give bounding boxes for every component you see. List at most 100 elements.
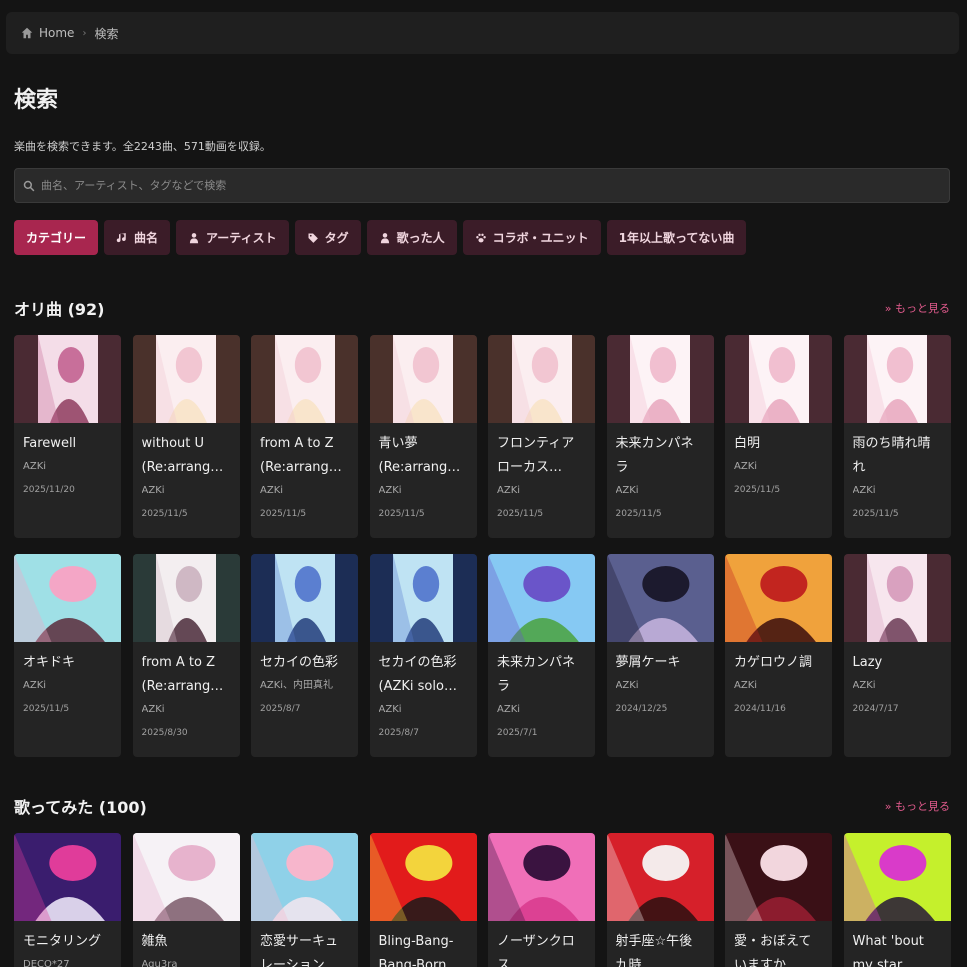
home-icon[interactable] bbox=[20, 26, 34, 40]
song-card[interactable]: without U (Re:arrange ver.) AZKi 2025/11/5 bbox=[132, 335, 240, 538]
song-card[interactable]: セカイの色彩 AZKi、内田真礼 2025/8/7 bbox=[251, 554, 358, 757]
song-card-body: セカイの色彩 (AZKi solo ver.) AZKi 2025/8/7 bbox=[370, 642, 477, 745]
song-card[interactable]: モニタリング DECO*27 bbox=[14, 833, 121, 967]
song-artist[interactable]: AZKi bbox=[853, 675, 942, 697]
song-artist[interactable]: AZKi bbox=[616, 675, 705, 697]
breadcrumb: Home › 検索 bbox=[6, 12, 959, 54]
filter-tab[interactable]: コラボ・ユニット bbox=[462, 220, 601, 255]
song-artist[interactable]: AZKi bbox=[853, 480, 942, 502]
song-card[interactable]: オキドキ AZKi 2025/11/5 bbox=[14, 554, 121, 757]
song-date: 2025/11/20 bbox=[23, 485, 75, 495]
song-card[interactable]: from A to Z (Re:arrange ver.) AZKi 2025/8/… bbox=[132, 554, 240, 757]
song-card-body: 雨のち晴れ晴れ AZKi 2025/11/5 bbox=[844, 423, 951, 526]
song-thumbnail[interactable] bbox=[488, 335, 595, 423]
section-title: オリ曲 (92) bbox=[14, 300, 105, 319]
song-title: 未来カンパネラ bbox=[497, 655, 576, 694]
song-card[interactable]: 恋愛サーキュレーション bbox=[251, 833, 358, 967]
song-card[interactable]: Farewell AZKi 2025/11/20 bbox=[14, 335, 121, 538]
song-thumbnail[interactable] bbox=[488, 554, 595, 642]
song-thumbnail[interactable] bbox=[251, 833, 358, 921]
filter-tab[interactable]: 1年以上歌ってない曲 bbox=[606, 220, 747, 255]
song-artist[interactable]: AZKi bbox=[23, 456, 112, 478]
filter-tab[interactable]: 歌った人 bbox=[366, 220, 457, 255]
song-thumbnail[interactable] bbox=[725, 833, 832, 921]
song-date: 2025/11/5 bbox=[615, 509, 662, 519]
song-thumbnail[interactable] bbox=[606, 833, 714, 921]
filter-tab[interactable]: タグ bbox=[294, 220, 361, 255]
person-icon bbox=[189, 232, 199, 243]
song-artist[interactable]: AZKi bbox=[23, 675, 112, 697]
song-thumbnail[interactable] bbox=[725, 335, 832, 423]
song-card[interactable]: 雑魚 Aqu3ra bbox=[132, 833, 240, 967]
song-title: 青い夢 (Re:arrange ver.) bbox=[378, 436, 456, 475]
song-thumbnail[interactable] bbox=[14, 335, 121, 423]
song-card[interactable]: 青い夢 (Re:arrange ver.) AZKi 2025/11/5 bbox=[369, 335, 477, 538]
song-card[interactable]: 雨のち晴れ晴れ AZKi 2025/11/5 bbox=[843, 335, 951, 538]
search-box[interactable] bbox=[14, 168, 950, 203]
filter-tab[interactable]: 曲名 bbox=[104, 220, 171, 255]
see-more-link[interactable]: » もっと見る bbox=[885, 300, 950, 316]
see-more-link[interactable]: » もっと見る bbox=[885, 798, 950, 814]
song-thumbnail[interactable] bbox=[843, 335, 951, 423]
song-artist[interactable]: AZKi bbox=[379, 480, 468, 502]
song-card[interactable]: from A to Z (Re:arrange ver.) AZKi 2025/11… bbox=[251, 335, 358, 538]
song-artist[interactable]: AZKi bbox=[616, 480, 705, 502]
song-card[interactable]: 未来カンパネラ AZKi 2025/11/5 bbox=[606, 335, 714, 538]
song-card-body: フロンティアローカス (Re:arrange ver.) AZKi 2025/11/… bbox=[488, 423, 595, 526]
song-artist[interactable]: AZKi、内田真礼 bbox=[260, 675, 349, 697]
song-artist[interactable]: AZKi bbox=[734, 675, 823, 697]
song-thumbnail[interactable] bbox=[606, 335, 714, 423]
song-thumbnail[interactable] bbox=[606, 554, 714, 642]
song-thumbnail[interactable] bbox=[369, 554, 477, 642]
song-thumbnail[interactable] bbox=[14, 833, 121, 921]
song-thumbnail[interactable] bbox=[725, 554, 832, 642]
song-card-body: 射手座☆午後九時 bbox=[607, 921, 714, 967]
song-title: 夢屑ケーキ bbox=[615, 655, 681, 670]
song-thumbnail[interactable] bbox=[843, 554, 951, 642]
song-date: 2025/11/5 bbox=[23, 704, 70, 714]
breadcrumb-home-link[interactable]: Home bbox=[39, 26, 74, 40]
song-card[interactable]: 射手座☆午後九時 bbox=[606, 833, 714, 967]
song-thumbnail[interactable] bbox=[488, 833, 595, 921]
song-card[interactable]: Bling-Bang-Bang-Born bbox=[369, 833, 477, 967]
song-card[interactable]: Lazy AZKi 2024/7/17 bbox=[843, 554, 951, 757]
song-card[interactable]: フロンティアローカス (Re:arrange ver.) AZKi 2025/11/… bbox=[488, 335, 595, 538]
song-artist[interactable]: AZKi bbox=[260, 480, 349, 502]
song-card[interactable]: What 'bout my star bbox=[843, 833, 951, 967]
song-card[interactable]: セカイの色彩 (AZKi solo ver.) AZKi 2025/8/7 bbox=[369, 554, 477, 757]
song-card[interactable]: 夢屑ケーキ AZKi 2024/12/25 bbox=[606, 554, 714, 757]
song-artist[interactable]: AZKi bbox=[734, 456, 823, 478]
song-card[interactable]: 愛・おぼえていますか bbox=[725, 833, 832, 967]
song-artist[interactable]: AZKi bbox=[142, 699, 231, 721]
song-artist[interactable]: AZKi bbox=[497, 480, 586, 502]
song-thumbnail[interactable] bbox=[14, 554, 121, 642]
tag-icon bbox=[308, 233, 318, 243]
song-artist[interactable]: AZKi bbox=[379, 699, 468, 721]
song-thumbnail[interactable] bbox=[251, 335, 358, 423]
song-date: 2025/11/5 bbox=[852, 509, 899, 519]
song-thumbnail[interactable] bbox=[132, 554, 240, 642]
song-thumbnail[interactable] bbox=[132, 335, 240, 423]
song-thumbnail[interactable] bbox=[132, 833, 240, 921]
song-grid: オキドキ AZKi 2025/11/5 from A to Z (Re:arrange… bbox=[14, 554, 951, 757]
song-card-body: 愛・おぼえていますか bbox=[725, 921, 832, 967]
song-thumbnail[interactable] bbox=[843, 833, 951, 921]
song-thumbnail[interactable] bbox=[251, 554, 358, 642]
filter-tab[interactable]: カテゴリー bbox=[14, 220, 99, 255]
song-date: 2025/11/5 bbox=[378, 509, 425, 519]
search-input[interactable] bbox=[41, 179, 921, 192]
filter-tab[interactable]: アーティスト bbox=[176, 220, 289, 255]
song-card[interactable]: カゲロウノ調 AZKi 2024/11/16 bbox=[725, 554, 832, 757]
filter-tabs: カテゴリー 曲名 アーティスト タグ 歌った人 コラボ・ユニット 1年以上歌ってない曲 bbox=[14, 220, 747, 255]
song-card[interactable]: 白明 AZKi 2025/11/5 bbox=[725, 335, 832, 538]
song-thumbnail[interactable] bbox=[369, 833, 477, 921]
person-icon bbox=[380, 232, 389, 243]
song-artist[interactable]: Aqu3ra bbox=[142, 954, 231, 967]
song-artist[interactable]: AZKi bbox=[142, 480, 231, 502]
song-card[interactable]: 未来カンパネラ AZKi 2025/7/1 bbox=[488, 554, 595, 757]
song-card-body: without U (Re:arrange ver.) AZKi 2025/11/5 bbox=[133, 423, 240, 526]
song-artist[interactable]: AZKi bbox=[497, 699, 586, 721]
song-thumbnail[interactable] bbox=[369, 335, 477, 423]
song-artist[interactable]: DECO*27 bbox=[23, 954, 112, 967]
song-card[interactable]: ノーザンクロス bbox=[488, 833, 595, 967]
